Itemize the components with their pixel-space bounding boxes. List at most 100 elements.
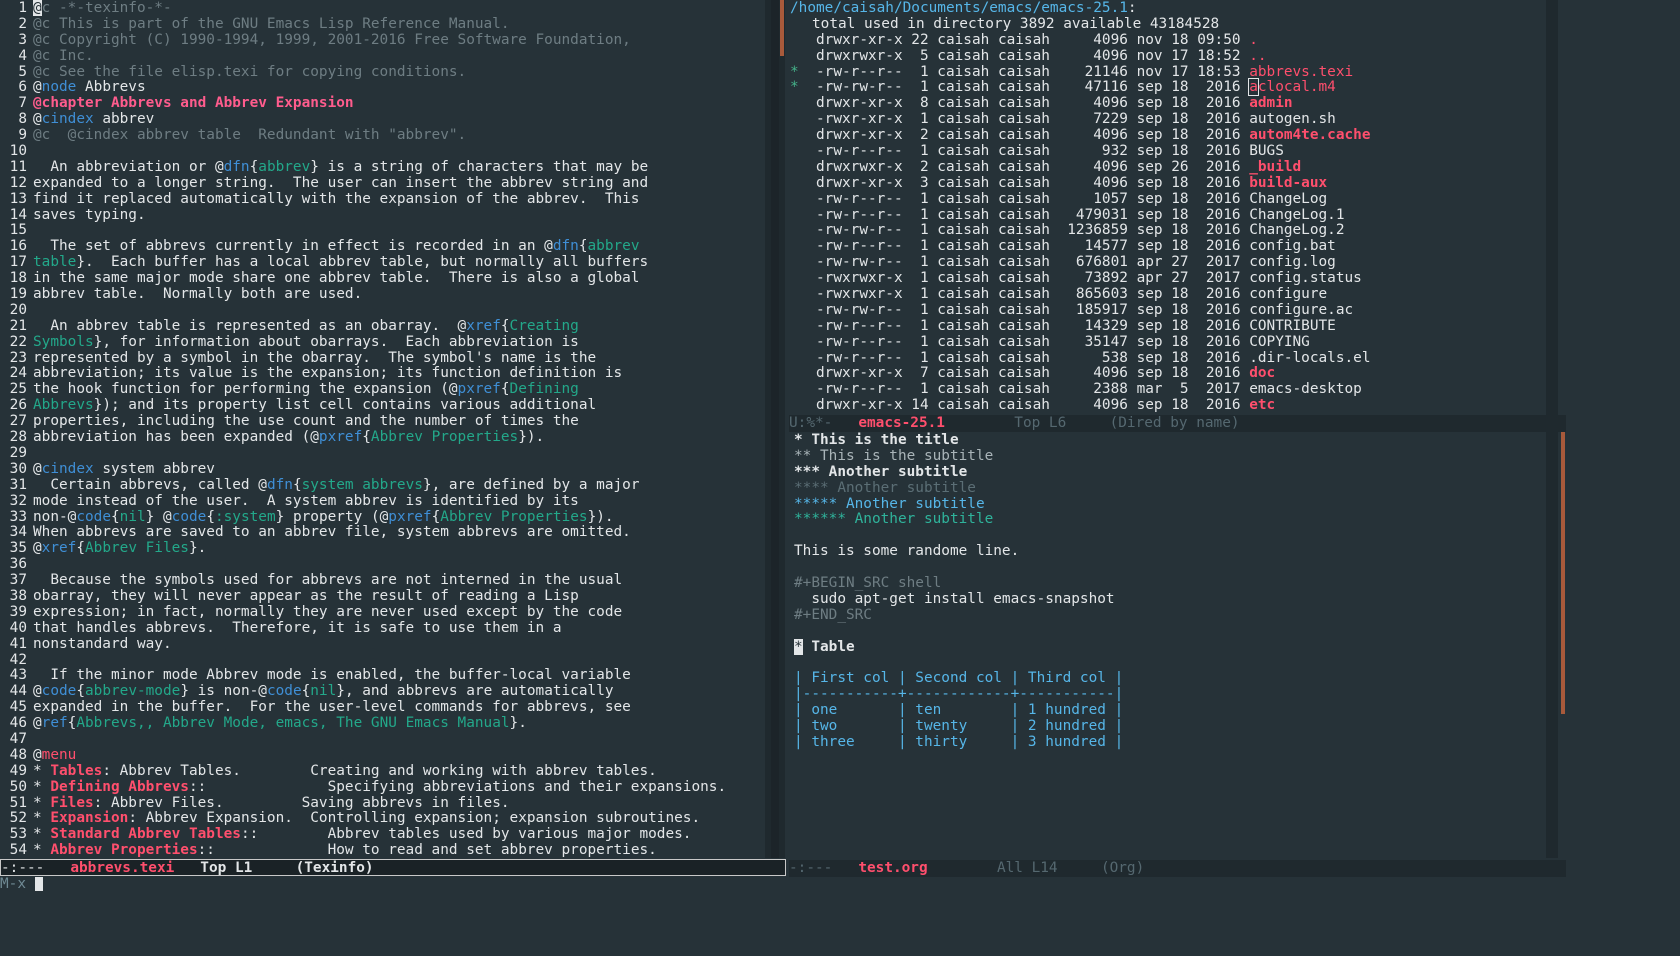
dired-file-name[interactable]: config.status bbox=[1249, 270, 1362, 286]
source-line[interactable]: abbrev table. Normally both are used. bbox=[33, 286, 763, 303]
dired-entry[interactable]: -rw-r--r-- 1 caisah caisah 538 sep 18 20… bbox=[790, 350, 1545, 367]
dired-entry[interactable]: drwxr-xr-x 2 caisah caisah 4096 sep 18 2… bbox=[790, 127, 1545, 144]
dired-entry[interactable]: -rw-rw-r-- 1 caisah caisah 185917 sep 18… bbox=[790, 302, 1545, 319]
dired-entry[interactable]: drwxr-xr-x 14 caisah caisah 4096 sep 18 … bbox=[790, 397, 1545, 414]
dired-entry[interactable]: drwxr-xr-x 8 caisah caisah 4096 sep 18 2… bbox=[790, 95, 1545, 112]
org-line[interactable]: ** This is the subtitle bbox=[794, 448, 1544, 465]
org-line[interactable] bbox=[794, 560, 1544, 576]
source-line[interactable]: @c See the file elisp.texi for copying c… bbox=[33, 64, 763, 81]
dired-entry[interactable]: -rwxr-xr-x 1 caisah caisah 7229 sep 18 2… bbox=[790, 111, 1545, 128]
dired-file-name[interactable]: config.bat bbox=[1249, 238, 1336, 254]
source-line[interactable]: @menu bbox=[33, 747, 763, 764]
dired-file-name[interactable]: .dir-locals.el bbox=[1249, 350, 1370, 366]
dired-file-name[interactable]: configure bbox=[1249, 286, 1327, 302]
dired-entry[interactable]: -rw-r--r-- 1 caisah caisah 1057 sep 18 2… bbox=[790, 191, 1545, 208]
source-line[interactable]: When abbrevs are saved to an abbrev file… bbox=[33, 524, 763, 541]
source-line[interactable]: non-@code{nil} @code{:system} property (… bbox=[33, 509, 763, 526]
source-line[interactable]: obarray, they will never appear as the r… bbox=[33, 588, 763, 605]
org-line[interactable]: sudo apt-get install emacs-snapshot bbox=[794, 591, 1544, 608]
source-line[interactable]: * Expansion: Abbrev Expansion. Controlli… bbox=[33, 810, 763, 827]
dired-entry[interactable]: -rw-r--r-- 1 caisah caisah 932 sep 18 20… bbox=[790, 143, 1545, 160]
source-line[interactable]: saves typing. bbox=[33, 207, 763, 224]
source-line[interactable]: @chapter Abbrevs and Abbrev Expansion bbox=[33, 95, 763, 112]
dired-file-name[interactable]: config.log bbox=[1249, 254, 1336, 270]
org-mode-line[interactable]: -:--- test.org All L14 (Org) bbox=[789, 860, 1566, 877]
source-line[interactable]: abbreviation has been expanded (@pxref{A… bbox=[33, 429, 763, 446]
source-line[interactable]: mode instead of the user. A system abbre… bbox=[33, 493, 763, 510]
modeline-mode[interactable]: (Org) bbox=[1101, 860, 1144, 876]
source-line[interactable]: @cindex abbrev bbox=[33, 111, 763, 128]
source-line[interactable]: @c Copyright (C) 1990-1994, 1999, 2001-2… bbox=[33, 32, 763, 49]
source-line[interactable]: Certain abbrevs, called @dfn{system abbr… bbox=[33, 477, 763, 494]
source-line[interactable]: Because the symbols used for abbrevs are… bbox=[33, 572, 763, 589]
dired-entry[interactable]: -rw-r--r-- 1 caisah caisah 2388 mar 5 20… bbox=[790, 381, 1545, 398]
vertical-window-divider[interactable] bbox=[771, 0, 779, 858]
source-line[interactable]: find it replaced automatically with the … bbox=[33, 191, 763, 208]
dired-file-name[interactable]: . bbox=[1249, 32, 1258, 48]
source-line[interactable]: expanded in the buffer. For the user-lev… bbox=[33, 699, 763, 716]
dired-entry[interactable]: -rw-rw-r-- 1 caisah caisah 676801 apr 27… bbox=[790, 254, 1545, 271]
dired-file-name[interactable]: configure.ac bbox=[1249, 302, 1353, 318]
org-line[interactable] bbox=[794, 624, 1544, 640]
dired-entry[interactable]: -rw-r--r-- 1 caisah caisah 35147 sep 18 … bbox=[790, 334, 1545, 351]
modeline-buffer-name[interactable]: emacs-25.1 bbox=[858, 415, 945, 431]
dired-entry[interactable]: -rw-r--r-- 1 caisah caisah 14577 sep 18 … bbox=[790, 238, 1545, 255]
modeline-buffer-name[interactable]: test.org bbox=[858, 860, 927, 876]
source-line[interactable]: If the minor mode Abbrev mode is enabled… bbox=[33, 667, 763, 684]
dired-entry[interactable]: -rw-rw-r-- 1 caisah caisah 1236859 sep 1… bbox=[790, 223, 1545, 239]
source-line[interactable]: Symbols}, for information about obarrays… bbox=[33, 334, 763, 351]
org-line[interactable]: | three | thirty | 3 hundred | bbox=[794, 734, 1544, 751]
org-line[interactable]: | First col | Second col | Third col | bbox=[794, 670, 1544, 687]
source-line[interactable]: * Abbrev Properties:: How to read and se… bbox=[33, 842, 763, 859]
dired-entry[interactable]: drwxr-xr-x 3 caisah caisah 4096 sep 18 2… bbox=[790, 175, 1545, 192]
org-line[interactable] bbox=[794, 655, 1544, 671]
org-line[interactable]: ****** Another subtitle bbox=[794, 512, 1544, 528]
source-line[interactable]: @c This is part of the GNU Emacs Lisp Re… bbox=[33, 16, 763, 33]
source-line[interactable]: * Tables: Abbrev Tables. Creating and wo… bbox=[33, 763, 763, 780]
org-line[interactable]: *** Another subtitle bbox=[794, 464, 1544, 481]
source-line[interactable]: properties, including the use count and … bbox=[33, 413, 763, 430]
source-line[interactable]: * Standard Abbrev Tables:: Abbrev tables… bbox=[33, 826, 763, 843]
dired-entry[interactable]: -rwxrwxr-x 1 caisah caisah 865603 sep 18… bbox=[790, 286, 1545, 303]
source-line[interactable]: in the same major mode share one abbrev … bbox=[33, 270, 763, 287]
org-scroll-indicator[interactable] bbox=[1561, 432, 1565, 714]
source-line[interactable]: An abbreviation or @dfn{abbrev} is a str… bbox=[33, 159, 763, 176]
dired-buffer[interactable]: /home/caisah/Documents/emacs/emacs-25.1:… bbox=[790, 0, 1545, 414]
org-line[interactable]: | two | twenty | 2 hundred | bbox=[794, 718, 1544, 735]
source-line[interactable]: @c @cindex abbrev table Redundant with "… bbox=[33, 127, 763, 144]
dired-file-name[interactable]: ChangeLog bbox=[1249, 191, 1327, 207]
modeline-mode[interactable]: (Texinfo) bbox=[296, 860, 374, 876]
dired-file-name[interactable]: aclocal.m4 bbox=[1248, 78, 1336, 97]
source-line[interactable]: @node Abbrevs bbox=[33, 80, 763, 96]
dired-entry[interactable]: * -rw-rw-r-- 1 caisah caisah 47116 sep 1… bbox=[790, 78, 1545, 97]
source-line[interactable] bbox=[33, 144, 763, 160]
org-line[interactable]: #+END_SRC bbox=[794, 607, 1544, 624]
dired-mode-line[interactable]: U:%*- emacs-25.1 Top L6 (Dired by name) bbox=[789, 415, 1566, 432]
dired-file-name[interactable]: etc bbox=[1249, 397, 1275, 413]
dired-file-name[interactable]: BUGS bbox=[1249, 143, 1284, 159]
dired-file-name[interactable]: ChangeLog.2 bbox=[1249, 222, 1344, 239]
source-line[interactable] bbox=[33, 223, 763, 239]
source-line[interactable]: The set of abbrevs currently in effect i… bbox=[33, 238, 763, 255]
source-line[interactable] bbox=[33, 303, 763, 319]
dired-entry[interactable]: -rw-r--r-- 1 caisah caisah 479031 sep 18… bbox=[790, 207, 1545, 224]
dired-file-name[interactable]: doc bbox=[1249, 365, 1275, 382]
dired-path[interactable]: /home/caisah/Documents/emacs/emacs-25.1 bbox=[790, 0, 1128, 16]
texinfo-mode-line[interactable]: -:--- abbrevs.texi Top L1 (Texinfo) bbox=[0, 859, 786, 876]
source-line[interactable] bbox=[33, 732, 763, 748]
source-line[interactable]: abbreviation; its value is the expansion… bbox=[33, 366, 763, 382]
source-line[interactable] bbox=[33, 653, 763, 669]
org-line[interactable]: |-----------+------------+-----------| bbox=[794, 686, 1544, 703]
texinfo-buffer[interactable]: @c -*-texinfo-*- @c This is part of the G… bbox=[33, 0, 763, 859]
org-line[interactable]: * Table bbox=[794, 638, 1544, 656]
dired-entry[interactable]: drwxrwxr-x 5 caisah caisah 4096 nov 17 1… bbox=[790, 48, 1545, 65]
source-line[interactable]: @cindex system abbrev bbox=[33, 461, 763, 478]
source-line[interactable]: * Defining Abbrevs:: Specifying abbrevia… bbox=[33, 779, 763, 796]
source-line[interactable]: @c Inc. bbox=[33, 48, 763, 65]
dired-entry[interactable]: drwxr-xr-x 7 caisah caisah 4096 sep 18 2… bbox=[790, 366, 1545, 382]
source-line[interactable]: An abbrev table is represented as an oba… bbox=[33, 318, 763, 335]
source-line[interactable]: Abbrevs}); and its property list cell co… bbox=[33, 397, 763, 414]
source-line[interactable]: represented by a symbol in the obarray. … bbox=[33, 350, 763, 367]
org-line[interactable]: ***** Another subtitle bbox=[794, 496, 1544, 513]
dired-file-name[interactable]: emacs-desktop bbox=[1249, 381, 1362, 397]
